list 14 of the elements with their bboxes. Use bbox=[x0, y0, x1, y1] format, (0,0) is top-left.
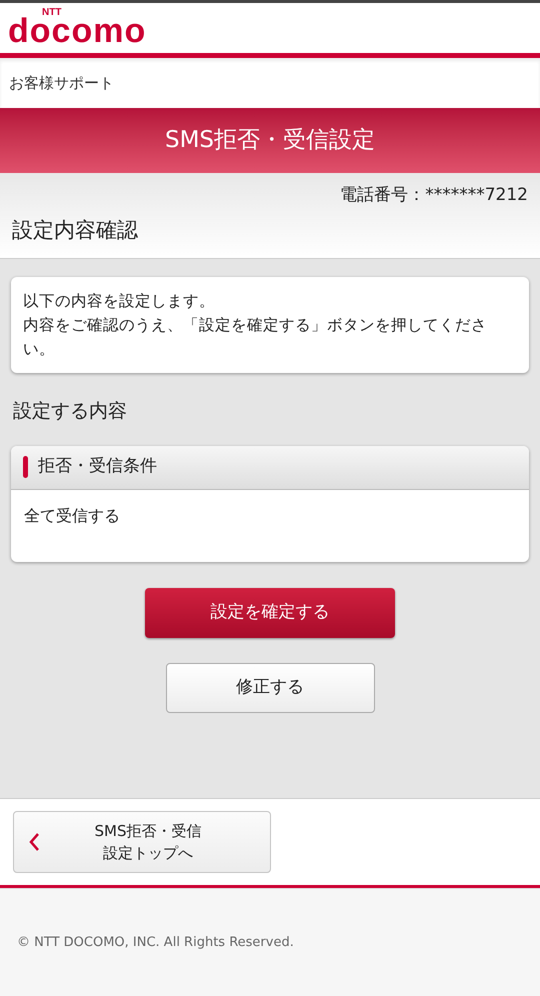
notice-text: 以下の内容を設定します。 内容をご確認のうえ、「設定を確定する」ボタンを押してください。 bbox=[11, 277, 529, 373]
back-button[interactable]: SMS拒否・受信 設定トップへ bbox=[13, 811, 271, 873]
chevron-left-icon bbox=[28, 832, 40, 852]
phone-number: 電話番号：*******7212 bbox=[340, 184, 528, 207]
title-bar: SMS拒否・受信設定 bbox=[0, 108, 540, 173]
edit-button[interactable]: 修正する bbox=[166, 662, 374, 712]
section-title: 設定内容確認 bbox=[11, 216, 139, 244]
breadcrumb-link[interactable]: お客様サポート bbox=[9, 72, 114, 94]
card-header-text: 拒否・受信条件 bbox=[38, 455, 157, 478]
accent-bar-icon bbox=[23, 456, 28, 478]
copyright-text: © NTT DOCOMO, INC. All Rights Reserved. bbox=[17, 934, 294, 952]
confirm-button[interactable]: 設定を確定する bbox=[145, 588, 395, 638]
settings-heading: 設定する内容 bbox=[12, 399, 128, 424]
setting-value: 全て受信する bbox=[24, 506, 120, 524]
